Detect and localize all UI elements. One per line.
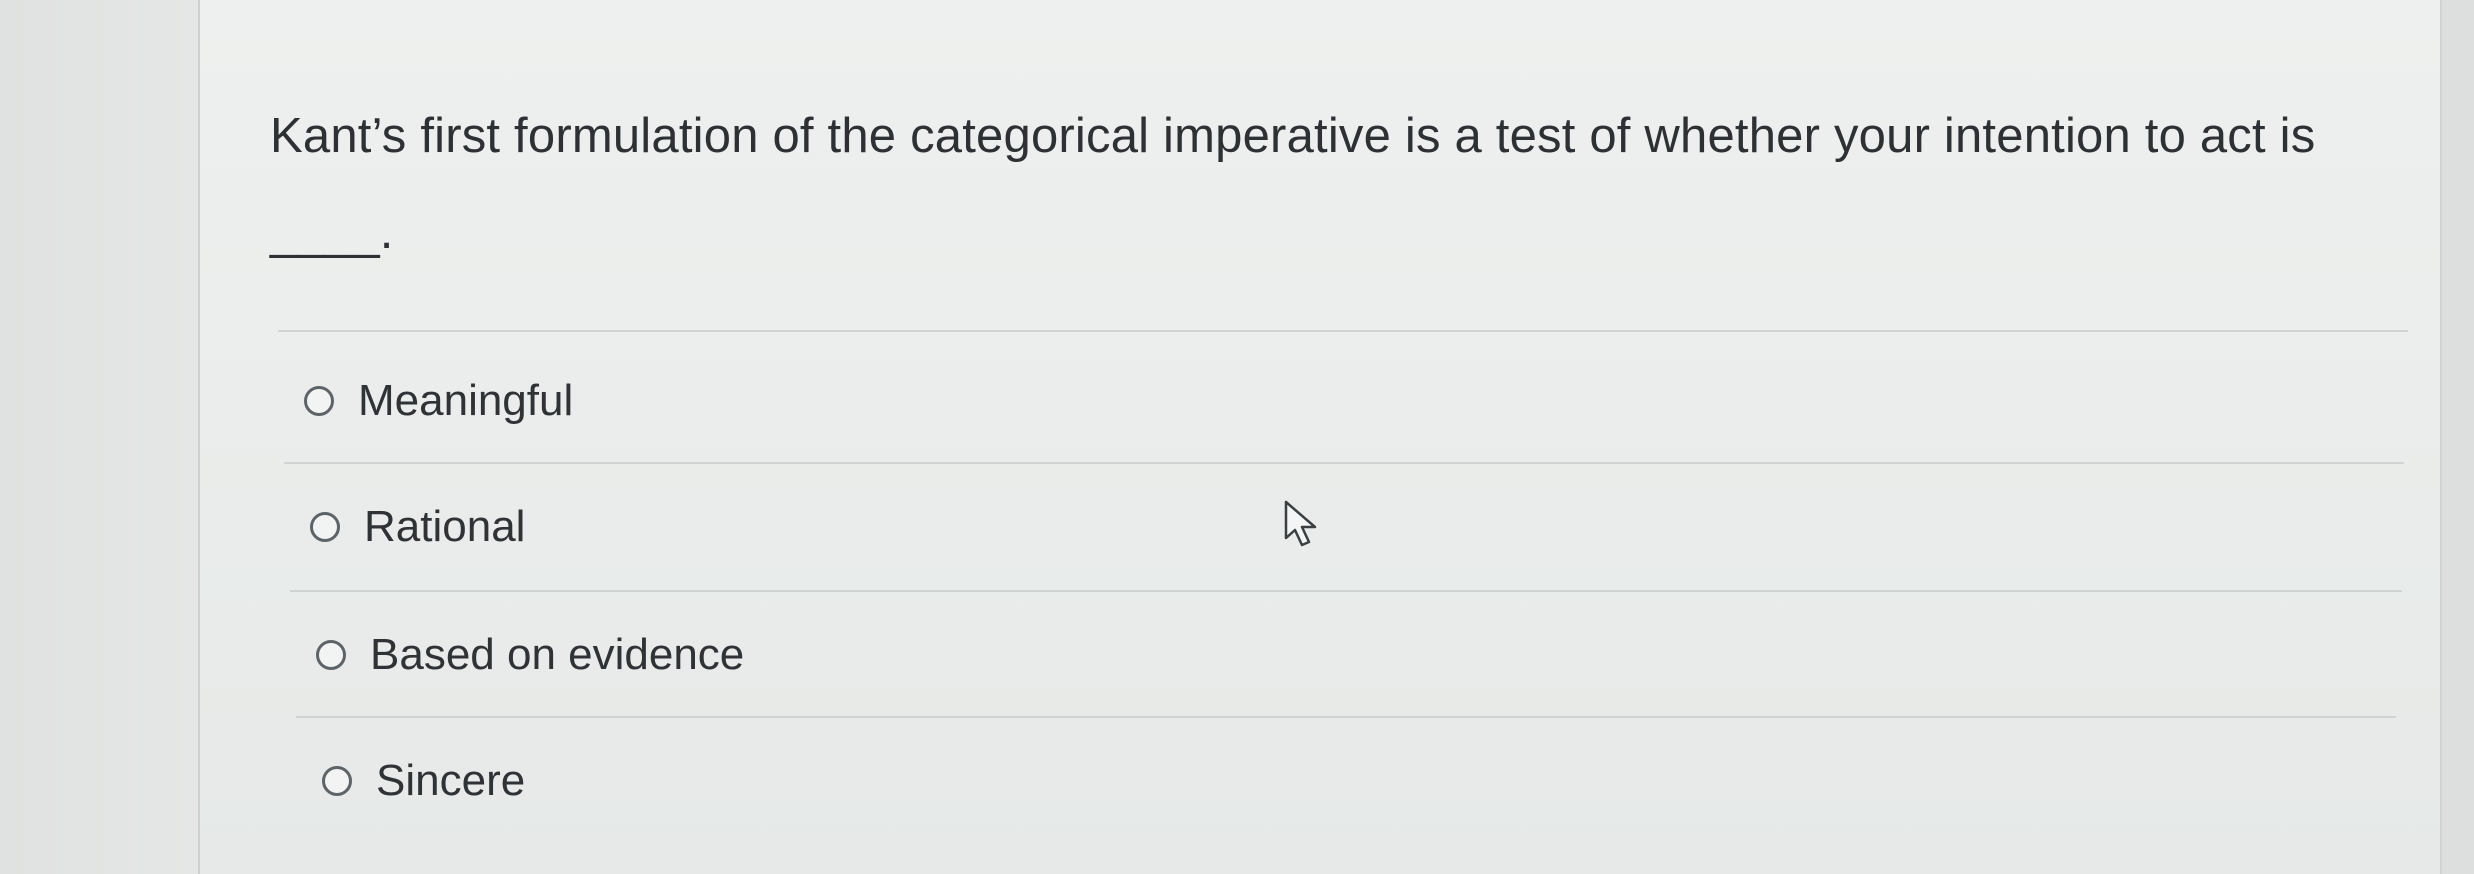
answer-label: Sincere: [376, 756, 526, 805]
mouse-pointer-icon: [1284, 500, 1317, 547]
question-prompt: Kant’s first formulation of the categori…: [270, 109, 2316, 259]
answer-option-based-on-evidence[interactable]: Based on evidence: [316, 630, 744, 680]
question-panel: Kant’s first formulation of the categori…: [198, 0, 2442, 874]
radio-button-icon[interactable]: [316, 640, 346, 670]
answer-option-rational[interactable]: Rational: [310, 502, 525, 552]
radio-button-icon[interactable]: [304, 386, 334, 416]
answer-label: Meaningful: [358, 376, 574, 425]
answer-label: Based on evidence: [370, 630, 745, 679]
divider: [284, 462, 2404, 464]
divider: [296, 716, 2396, 718]
radio-button-icon[interactable]: [322, 766, 352, 796]
radio-button-icon[interactable]: [310, 512, 340, 542]
answer-option-sincere[interactable]: Sincere: [322, 756, 525, 806]
left-gutter: [0, 0, 198, 874]
divider: [278, 330, 2408, 332]
right-gutter: [2440, 0, 2474, 874]
divider: [290, 590, 2402, 592]
answer-label: Rational: [364, 502, 526, 551]
answer-option-meaningful[interactable]: Meaningful: [304, 376, 573, 426]
